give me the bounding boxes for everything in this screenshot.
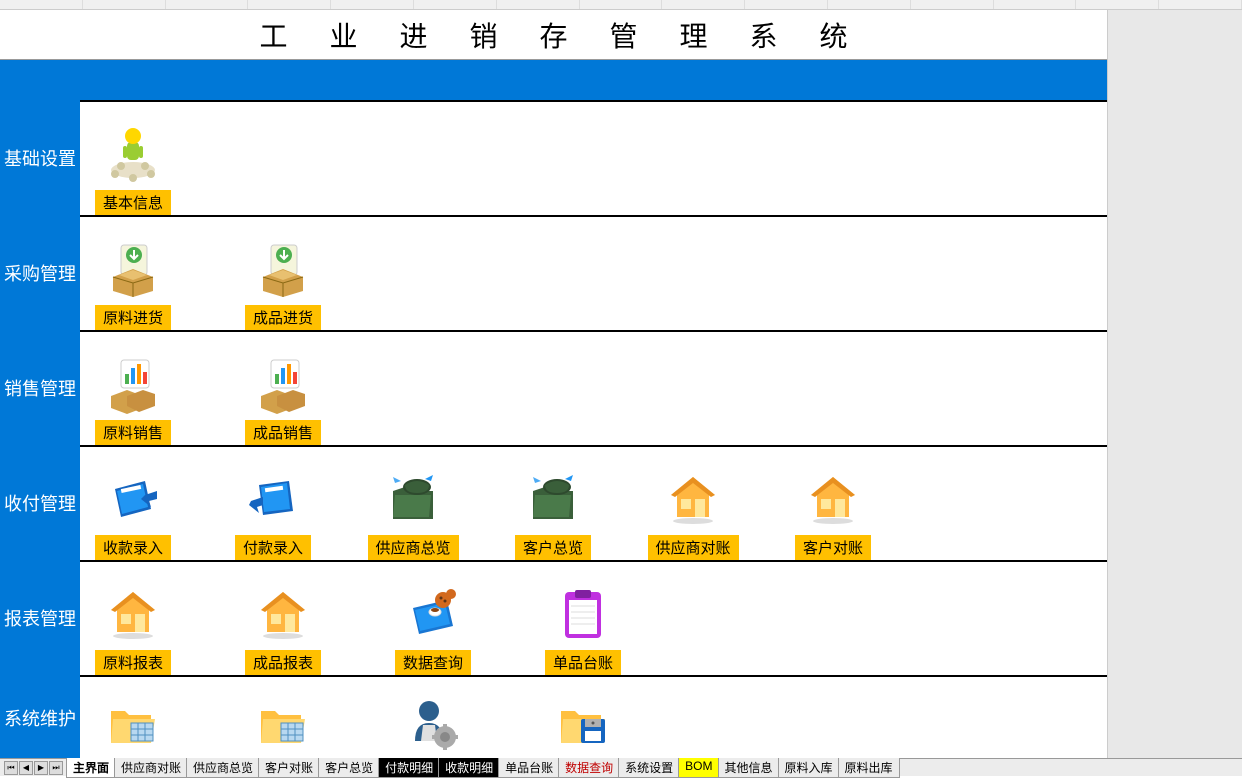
box-chart-icon (251, 352, 315, 416)
sheet-tab-bar: ⏮ ◀ ▶ ⏭ 主界面供应商对账供应商总览客户对账客户总览付款明细收款明细单品台… (0, 758, 1242, 776)
section-content: 收款录入 付款录入 供应商总览 客户总览 供应商对账 客户对账 (80, 445, 1107, 560)
clipboard-icon (551, 582, 615, 646)
sheet-tab[interactable]: 收款明细 (438, 758, 500, 778)
top-ruler (0, 0, 1242, 10)
sheet-nav-next[interactable]: ▶ (34, 761, 48, 775)
menu-item[interactable] (388, 693, 478, 761)
section-row: 基础设置基本信息 (0, 100, 1107, 215)
menu-item[interactable]: 收款录入 (88, 467, 178, 560)
folder-grid-icon (101, 693, 165, 757)
box-download-icon (251, 237, 315, 301)
menu-item-label: 基本信息 (95, 190, 171, 215)
menu-item[interactable]: 成品报表 (238, 582, 328, 675)
menu-item-label: 原料进货 (95, 305, 171, 330)
section-content: 原料销售 成品销售 (80, 330, 1107, 445)
menu-item[interactable]: 供应商对账 (648, 467, 738, 560)
menu-item[interactable]: 供应商总览 (368, 467, 458, 560)
menu-item[interactable]: 原料进货 (88, 237, 178, 330)
section-content: 基本信息 (80, 100, 1107, 215)
house-icon (251, 582, 315, 646)
menu-item-label: 成品进货 (245, 305, 321, 330)
book-blue-out-icon (241, 467, 305, 531)
menu-item-label: 原料销售 (95, 420, 171, 445)
house-icon (801, 467, 865, 531)
book-cookies-icon (401, 582, 465, 646)
app-title: 工业进销存管理系统 (0, 10, 1107, 60)
box-download-icon (101, 237, 165, 301)
menu-item-label: 供应商对账 (648, 535, 739, 560)
sheet-tab[interactable]: 供应商对账 (114, 758, 188, 778)
menu-item-label: 原料报表 (95, 650, 171, 675)
folder-phone-icon (521, 467, 585, 531)
right-empty-panel (1107, 10, 1242, 758)
menu-item[interactable]: 数据查询 (388, 582, 478, 675)
section-label: 系统维护 (0, 675, 80, 761)
house-icon (101, 582, 165, 646)
person-gold-icon (101, 122, 165, 186)
section-label: 报表管理 (0, 560, 80, 675)
sheet-tab[interactable]: 付款明细 (378, 758, 440, 778)
menu-item[interactable]: 付款录入 (228, 467, 318, 560)
section-row: 系统维护 (0, 675, 1107, 761)
sheet-tab[interactable]: 其他信息 (718, 758, 780, 778)
section-row: 报表管理原料报表 成品报表 数据查询 单品台账 (0, 560, 1107, 675)
menu-item-label: 客户总览 (515, 535, 591, 560)
menu-item[interactable]: 成品进货 (238, 237, 328, 330)
menu-item-label: 成品报表 (245, 650, 321, 675)
sheet-tab[interactable]: 供应商总览 (186, 758, 260, 778)
sheet-nav-first[interactable]: ⏮ (4, 761, 18, 775)
sheet-tab[interactable]: BOM (678, 758, 719, 778)
sheet-tab[interactable]: 客户对账 (258, 758, 320, 778)
section-label: 基础设置 (0, 100, 80, 215)
menu-item[interactable]: 原料销售 (88, 352, 178, 445)
sheet-tab[interactable]: 系统设置 (618, 758, 680, 778)
menu-item-label: 供应商总览 (368, 535, 459, 560)
box-chart-icon (101, 352, 165, 416)
house-icon (661, 467, 725, 531)
sheet-tab[interactable]: 数据查询 (558, 758, 620, 778)
menu-item[interactable]: 成品销售 (238, 352, 328, 445)
sheet-nav-last[interactable]: ⏭ (49, 761, 63, 775)
menu-item[interactable]: 客户总览 (508, 467, 598, 560)
folder-grid-icon (251, 693, 315, 757)
section-row: 销售管理原料销售 成品销售 (0, 330, 1107, 445)
menu-item-label: 数据查询 (395, 650, 471, 675)
menu-item[interactable]: 客户对账 (788, 467, 878, 560)
main-menu-area: 基础设置基本信息采购管理原料进货成品进货销售管理原料销售成品销售收付管理收款录入… (0, 60, 1107, 768)
sheet-tab[interactable]: 主界面 (66, 758, 116, 778)
sheet-tab[interactable]: 原料入库 (778, 758, 840, 778)
menu-item-label: 客户对账 (795, 535, 871, 560)
sheet-tab[interactable]: 客户总览 (318, 758, 380, 778)
menu-item-label: 付款录入 (235, 535, 311, 560)
folder-phone-icon (381, 467, 445, 531)
menu-item[interactable]: 单品台账 (538, 582, 628, 675)
sheet-tab[interactable]: 单品台账 (498, 758, 560, 778)
section-content (80, 675, 1107, 761)
menu-item-label: 收款录入 (95, 535, 171, 560)
menu-item[interactable]: 原料报表 (88, 582, 178, 675)
sheet-nav-prev[interactable]: ◀ (19, 761, 33, 775)
sheet-tab[interactable]: 原料出库 (838, 758, 900, 778)
section-content: 原料报表 成品报表 数据查询 单品台账 (80, 560, 1107, 675)
section-row: 收付管理收款录入 付款录入 供应商总览 客户总览 供应商对账 客户对账 (0, 445, 1107, 560)
menu-item[interactable]: 基本信息 (88, 122, 178, 215)
person-gear-icon (401, 693, 465, 757)
menu-item[interactable] (238, 693, 328, 761)
section-row: 采购管理原料进货 成品进货 (0, 215, 1107, 330)
section-label: 采购管理 (0, 215, 80, 330)
menu-item[interactable] (538, 693, 628, 761)
folder-disk-icon (551, 693, 615, 757)
menu-item-label: 单品台账 (545, 650, 621, 675)
app-container: 工业进销存管理系统 基础设置基本信息采购管理原料进货成品进货销售管理原料销售成品… (0, 10, 1107, 768)
section-content: 原料进货 成品进货 (80, 215, 1107, 330)
menu-item[interactable] (88, 693, 178, 761)
sheet-nav-controls: ⏮ ◀ ▶ ⏭ (0, 761, 67, 775)
section-label: 销售管理 (0, 330, 80, 445)
menu-item-label: 成品销售 (245, 420, 321, 445)
book-blue-in-icon (101, 467, 165, 531)
section-label: 收付管理 (0, 445, 80, 560)
